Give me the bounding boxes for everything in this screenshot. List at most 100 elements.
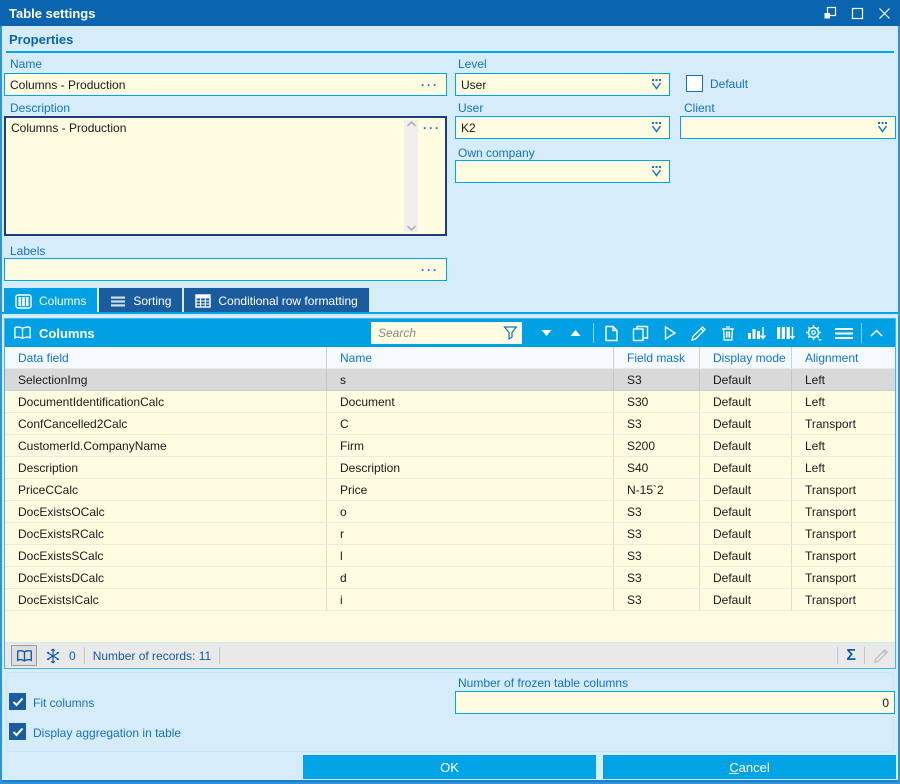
- table-cell: Default: [699, 391, 791, 412]
- move-down-icon[interactable]: [532, 321, 561, 345]
- table-cell: r: [326, 523, 613, 544]
- open-book-icon: [13, 325, 32, 341]
- properties-section-title: Properties: [9, 32, 73, 47]
- cancel-button[interactable]: Cancel: [603, 755, 896, 779]
- level-value: User: [461, 78, 486, 92]
- display-aggregation-label: Display aggregation in table: [33, 726, 181, 740]
- labels-field[interactable]: ···: [4, 258, 447, 281]
- tab-conditional-label: Conditional row formatting: [218, 294, 357, 308]
- titlebar: Table settings: [0, 0, 900, 26]
- table-cell: Transport: [791, 567, 895, 588]
- table-row[interactable]: ConfCancelled2Calc C S3 Default Transpor…: [5, 413, 895, 435]
- scroll-down-icon[interactable]: [406, 224, 417, 232]
- aggregation-chart-icon[interactable]: [742, 321, 771, 345]
- maximize-icon[interactable]: [851, 7, 864, 20]
- filter-funnel-icon[interactable]: [503, 325, 518, 340]
- description-scrollbar[interactable]: [404, 120, 418, 232]
- user-label: User: [458, 101, 483, 115]
- table-row[interactable]: DocExistsOCalc o S3 Default Transport: [5, 501, 895, 523]
- table-row[interactable]: DocExistsICalc i S3 Default Transport: [5, 589, 895, 611]
- open-book-icon: [16, 649, 33, 663]
- table-cell: Transport: [791, 523, 895, 544]
- table-cell: Price: [326, 479, 613, 500]
- collapse-chevron-icon[interactable]: [865, 321, 887, 345]
- table-cell: DocExistsSCalc: [5, 545, 326, 566]
- labels-ellipsis-button[interactable]: ···: [419, 265, 441, 275]
- table-cell: DocumentIdentificationCalc: [5, 391, 326, 412]
- move-up-icon[interactable]: [561, 321, 590, 345]
- run-icon[interactable]: [655, 321, 684, 345]
- edit-pencil-icon[interactable]: [873, 648, 889, 664]
- snowflake-count: 0: [69, 649, 76, 663]
- close-icon[interactable]: [878, 7, 891, 20]
- name-value: Columns - Production: [10, 78, 125, 92]
- table-row[interactable]: DocExistsRCalc r S3 Default Transport: [5, 523, 895, 545]
- table-row[interactable]: Description Description S40 Default Left: [5, 457, 895, 479]
- level-dropdown-icon[interactable]: [649, 77, 664, 92]
- table-row[interactable]: SelectionImg s S3 Default Left: [5, 369, 895, 391]
- table-row[interactable]: CustomerId.CompanyName Firm S200 Default…: [5, 435, 895, 457]
- fit-columns-checkbox[interactable]: [9, 693, 26, 710]
- table-cell: l: [326, 545, 613, 566]
- level-dropdown[interactable]: User: [455, 73, 670, 96]
- table-row[interactable]: DocExistsSCalc l S3 Default Transport: [5, 545, 895, 567]
- own-company-dropdown[interactable]: [455, 160, 670, 183]
- sigma-icon[interactable]: Σ: [846, 648, 856, 664]
- column-header[interactable]: Alignment: [791, 347, 895, 368]
- ok-button[interactable]: OK: [303, 755, 596, 779]
- table-cell: Left: [791, 457, 895, 478]
- table-cell: Transport: [791, 479, 895, 500]
- default-checkbox[interactable]: [686, 75, 703, 92]
- description-ellipsis-button[interactable]: ···: [423, 121, 441, 135]
- column-header[interactable]: Data field: [5, 347, 326, 368]
- tab-sorting[interactable]: Sorting: [99, 288, 182, 314]
- frozen-columns-value: 0: [882, 696, 889, 710]
- table-cell: Transport: [791, 589, 895, 610]
- user-dropdown[interactable]: K2: [455, 116, 670, 139]
- menu-lines-icon[interactable]: [829, 321, 858, 345]
- frozen-columns-input[interactable]: 0: [455, 691, 895, 714]
- tab-columns[interactable]: Columns: [4, 288, 97, 314]
- table-cell: Default: [699, 369, 791, 390]
- description-value: Columns - Production: [11, 121, 397, 135]
- search-input[interactable]: [371, 322, 522, 344]
- column-header[interactable]: Display mode: [699, 347, 791, 368]
- table-row[interactable]: DocumentIdentificationCalc Document S30 …: [5, 391, 895, 413]
- copy-record-icon[interactable]: [626, 321, 655, 345]
- name-ellipsis-button[interactable]: ···: [419, 80, 441, 90]
- tab-conditional-row-formatting[interactable]: Conditional row formatting: [184, 288, 368, 314]
- table-cell: S3: [613, 589, 699, 610]
- column-header[interactable]: Field mask: [613, 347, 699, 368]
- table-cell: s: [326, 369, 613, 390]
- table-cell: DocExistsRCalc: [5, 523, 326, 544]
- check-icon: [12, 697, 24, 707]
- snowflake-icon[interactable]: [45, 648, 61, 664]
- description-field[interactable]: Columns - Production ···: [4, 116, 447, 236]
- client-label: Client: [684, 101, 715, 115]
- delete-record-icon[interactable]: [713, 321, 742, 345]
- table-cell: i: [326, 589, 613, 610]
- name-field[interactable]: Columns - Production ···: [4, 73, 447, 96]
- table-cell: Document: [326, 391, 613, 412]
- client-dropdown-icon[interactable]: [875, 120, 890, 135]
- own-company-dropdown-icon[interactable]: [649, 164, 664, 179]
- table-row[interactable]: DocExistsDCalc d S3 Default Transport: [5, 567, 895, 589]
- toolbar-separator: [593, 323, 594, 343]
- display-aggregation-checkbox[interactable]: [9, 723, 26, 740]
- user-dropdown-icon[interactable]: [649, 120, 664, 135]
- new-record-icon[interactable]: [597, 321, 626, 345]
- edit-record-icon[interactable]: [684, 321, 713, 345]
- table-header-row[interactable]: Data field Name Field mask Display mode …: [5, 347, 895, 369]
- scroll-up-icon[interactable]: [406, 120, 417, 128]
- table-body: SelectionImg s S3 Default Left DocumentI…: [5, 369, 895, 611]
- float-window-icon[interactable]: [823, 6, 837, 20]
- table-cell: o: [326, 501, 613, 522]
- column-header[interactable]: Name: [326, 347, 613, 368]
- card-view-toggle-button[interactable]: [11, 645, 37, 666]
- settings-gear-icon[interactable]: [800, 321, 829, 345]
- client-dropdown[interactable]: [680, 116, 896, 139]
- column-layout-icon[interactable]: [771, 321, 800, 345]
- table-row[interactable]: PriceCCalc Price N-15`2 Default Transpor…: [5, 479, 895, 501]
- table-settings-dialog: Table settings Properties Name Columns -…: [0, 0, 900, 784]
- tab-sorting-label: Sorting: [133, 294, 171, 308]
